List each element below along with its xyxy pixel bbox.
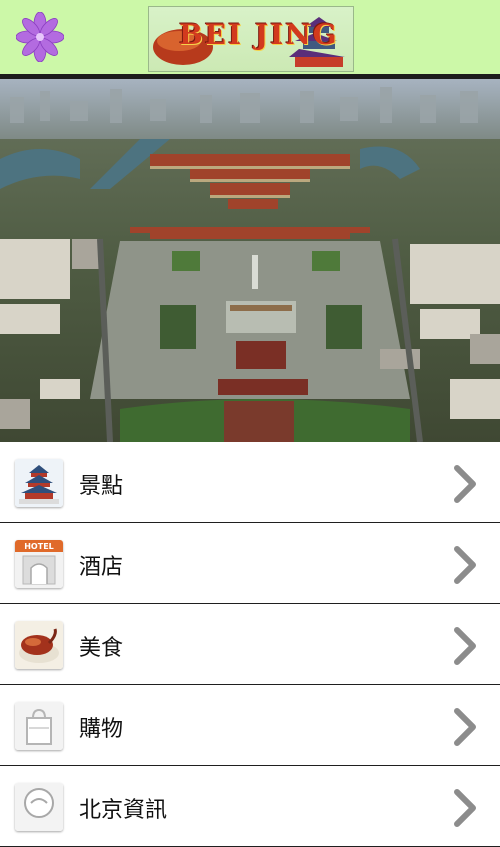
- chevron-right-icon: [454, 546, 476, 584]
- chevron-right-icon: [454, 789, 476, 827]
- menu-item-attractions[interactable]: 景點: [0, 442, 500, 523]
- temple-of-heaven-icon: [15, 459, 63, 507]
- info-icon: [15, 783, 63, 831]
- banner-title: BEI JING: [179, 18, 339, 51]
- menu-item-label: 酒店: [79, 555, 124, 580]
- roast-duck-icon: [15, 621, 63, 669]
- app-header: BEI JING: [0, 0, 500, 79]
- chevron-right-icon: [454, 465, 476, 503]
- hero-image: [0, 79, 500, 442]
- menu-item-label: 景點: [79, 474, 124, 499]
- forbidden-city-aerial-photo: [0, 79, 500, 442]
- svg-text:HOTEL: HOTEL: [24, 542, 54, 551]
- hotel-icon: HOTEL: [15, 540, 63, 588]
- menu-item-label: 北京資訊: [79, 798, 168, 823]
- menu-item-food[interactable]: 美食: [0, 604, 500, 685]
- menu-item-label: 購物: [79, 717, 124, 742]
- menu-item-beijing-info[interactable]: 北京資訊: [0, 766, 500, 847]
- shopping-bag-icon: [15, 702, 63, 750]
- menu-list: 景點 HOTEL 酒店 美食 購物 北京資訊: [0, 442, 500, 847]
- menu-item-shopping[interactable]: 購物: [0, 685, 500, 766]
- chevron-right-icon: [454, 627, 476, 665]
- flower-logo-icon: [16, 12, 64, 62]
- menu-item-hotels[interactable]: HOTEL 酒店: [0, 523, 500, 604]
- chevron-right-icon: [454, 708, 476, 746]
- menu-item-label: 美食: [79, 636, 124, 661]
- beijing-banner: BEI JING: [148, 6, 354, 72]
